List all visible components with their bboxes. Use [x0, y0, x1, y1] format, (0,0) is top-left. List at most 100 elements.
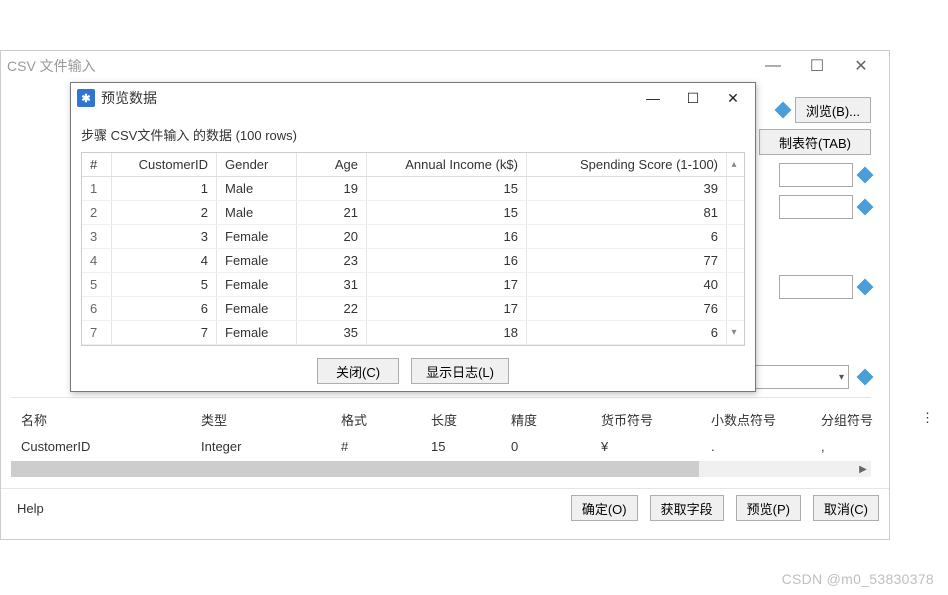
cell-name: CustomerID — [11, 434, 191, 459]
bottom-button-bar: Help 确定(O) 获取字段 预览(P) 取消(C) — [1, 488, 889, 527]
dialog-titlebar: ✱ 预览数据 — ☐ ✕ — [71, 83, 755, 113]
maximize-icon[interactable]: ☐ — [795, 52, 839, 80]
cell-gender: Female — [217, 297, 297, 320]
close-icon[interactable]: ✕ — [839, 52, 883, 80]
diamond-icon — [857, 167, 874, 184]
table-row[interactable]: 22Male211581 — [82, 201, 744, 225]
right-widgets: 浏览(B)... 制表符(TAB) — [751, 97, 871, 299]
cell-age: 22 — [297, 297, 367, 320]
cell-group: , — [811, 434, 911, 459]
cell-score: 81 — [527, 201, 727, 224]
diamond-icon — [774, 102, 791, 119]
diamond-icon — [857, 369, 874, 386]
cell-gender: Female — [217, 321, 297, 344]
cell-score: 77 — [527, 249, 727, 272]
show-log-button[interactable]: 显示日志(L) — [411, 358, 509, 384]
cancel-button[interactable]: 取消(C) — [813, 495, 879, 521]
scroll-up-icon[interactable]: ▴ — [727, 159, 741, 170]
cell-income: 16 — [367, 249, 527, 272]
cell-income: 15 — [367, 201, 527, 224]
dialog-close-icon[interactable]: ✕ — [713, 84, 753, 112]
browse-button[interactable]: 浏览(B)... — [795, 97, 871, 123]
help-link[interactable]: Help — [11, 501, 44, 516]
cell-gender: Female — [217, 249, 297, 272]
col-gender[interactable]: Gender — [217, 153, 297, 176]
table-row[interactable]: 77Female35186▾ — [82, 321, 744, 345]
col-length[interactable]: 长度 — [421, 405, 501, 434]
table-row[interactable]: 66Female221776 — [82, 297, 744, 321]
dialog-minimize-icon[interactable]: — — [633, 84, 673, 112]
col-precision[interactable]: 精度 — [501, 405, 591, 434]
cell-gender: Female — [217, 273, 297, 296]
dialog-maximize-icon[interactable]: ☐ — [673, 84, 713, 112]
cell-precision: 0 — [501, 434, 591, 459]
horizontal-scrollbar[interactable]: ▶ — [11, 461, 871, 477]
col-decimal[interactable]: 小数点符号 — [701, 405, 811, 434]
fields-grid-row[interactable]: CustomerID Integer # 15 0 ¥ . , — [11, 434, 871, 459]
cell-age: 31 — [297, 273, 367, 296]
cell-format: # — [331, 434, 421, 459]
cell-customerid: 3 — [112, 225, 217, 248]
cell-idx: 5 — [82, 273, 112, 296]
cell-idx: 1 — [82, 177, 112, 200]
table-row[interactable]: 33Female20166 — [82, 225, 744, 249]
cell-customerid: 5 — [112, 273, 217, 296]
cell-customerid: 6 — [112, 297, 217, 320]
scrollbar-thumb[interactable] — [11, 461, 699, 477]
text-input-1[interactable] — [779, 163, 853, 187]
cell-customerid: 1 — [112, 177, 217, 200]
outer-titlebar: CSV 文件输入 — ☐ ✕ — [1, 51, 889, 81]
cell-score: 6 — [527, 225, 727, 248]
cell-gender: Male — [217, 201, 297, 224]
diamond-icon — [857, 279, 874, 296]
text-input-2[interactable] — [779, 195, 853, 219]
cell-currency: ¥ — [591, 434, 701, 459]
preview-button[interactable]: 预览(P) — [736, 495, 801, 521]
tab-separator-button[interactable]: 制表符(TAB) — [759, 129, 871, 155]
fields-grid: 名称 类型 格式 长度 精度 货币符号 小数点符号 分组符号 ⋮ Custome… — [11, 405, 871, 459]
col-more[interactable]: ⋮ — [911, 405, 941, 434]
cell-score: 40 — [527, 273, 727, 296]
diamond-icon — [857, 199, 874, 216]
cell-idx: 7 — [82, 321, 112, 344]
col-type[interactable]: 类型 — [191, 405, 331, 434]
col-age[interactable]: Age — [297, 153, 367, 176]
cell-age: 23 — [297, 249, 367, 272]
col-customerid[interactable]: CustomerID — [112, 153, 217, 176]
col-idx[interactable]: # — [82, 153, 112, 176]
scroll-right-icon[interactable]: ▶ — [855, 461, 871, 477]
cell-income: 17 — [367, 273, 527, 296]
col-format[interactable]: 格式 — [331, 405, 421, 434]
minimize-icon[interactable]: — — [751, 52, 795, 80]
cell-gender: Female — [217, 225, 297, 248]
get-fields-button[interactable]: 获取字段 — [650, 495, 724, 521]
preview-dialog: ✱ 预览数据 — ☐ ✕ 步骤 CSV文件输入 的数据 (100 rows) #… — [70, 82, 756, 392]
cell-customerid: 2 — [112, 201, 217, 224]
close-button[interactable]: 关闭(C) — [317, 358, 399, 384]
cell-income: 16 — [367, 225, 527, 248]
ok-button[interactable]: 确定(O) — [571, 495, 638, 521]
col-currency[interactable]: 货币符号 — [591, 405, 701, 434]
text-input-3[interactable] — [779, 275, 853, 299]
col-name[interactable]: 名称 — [11, 405, 191, 434]
cell-idx: 4 — [82, 249, 112, 272]
cell-score: 39 — [527, 177, 727, 200]
cell-idx: 6 — [82, 297, 112, 320]
cell-customerid: 4 — [112, 249, 217, 272]
col-income[interactable]: Annual Income (k$) — [367, 153, 527, 176]
cell-decimal: . — [701, 434, 811, 459]
col-score[interactable]: Spending Score (1-100) — [527, 153, 727, 176]
cell-income: 18 — [367, 321, 527, 344]
cell-income: 17 — [367, 297, 527, 320]
col-group[interactable]: 分组符号 — [811, 405, 911, 434]
table-row[interactable]: 55Female311740 — [82, 273, 744, 297]
scroll-down-icon[interactable]: ▾ — [727, 327, 741, 338]
watermark: CSDN @m0_53830378 — [782, 571, 934, 587]
table-row[interactable]: 11Male191539 — [82, 177, 744, 201]
dialog-caption: 步骤 CSV文件输入 的数据 (100 rows) — [81, 119, 745, 152]
table-row[interactable]: 44Female231677 — [82, 249, 744, 273]
cell-customerid: 7 — [112, 321, 217, 344]
cell-age: 21 — [297, 201, 367, 224]
dialog-body: 步骤 CSV文件输入 的数据 (100 rows) # CustomerID G… — [71, 113, 755, 394]
cell-age: 20 — [297, 225, 367, 248]
